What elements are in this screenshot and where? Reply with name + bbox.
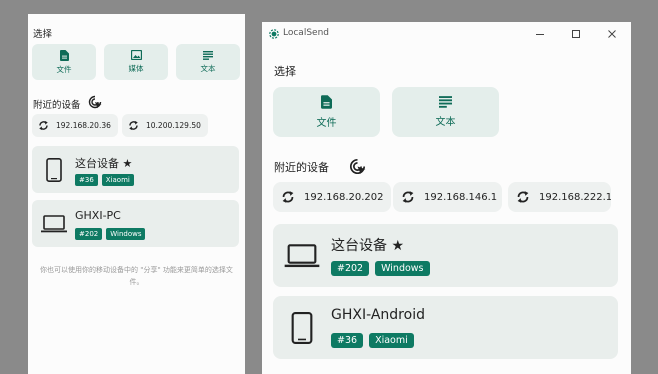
select-text-button[interactable]: 文本 — [392, 87, 499, 137]
select-file-label: 文件 — [316, 118, 337, 129]
device-tag: #36 — [331, 333, 364, 348]
select-file-button[interactable]: 文件 — [32, 44, 96, 80]
ip-address: 10.200.129.50 — [146, 121, 201, 130]
device-card-ghxi-android[interactable]: GHXI-Android #36 Xiaomi — [273, 296, 618, 359]
text-icon — [203, 50, 213, 60]
device-name: 这台设备 ★ — [331, 238, 405, 254]
select-text-label: 文本 — [200, 63, 216, 73]
image-icon — [130, 50, 142, 60]
close-icon[interactable] — [606, 28, 618, 40]
device-tag: #202 — [75, 228, 103, 240]
select-text-button[interactable]: 文本 — [176, 44, 240, 80]
ip-button[interactable]: 192.168.146.1 — [393, 182, 502, 212]
refresh-icon — [39, 120, 48, 131]
refresh-icon — [129, 120, 138, 131]
ip-address: 192.168.146.1 — [424, 191, 498, 203]
device-card-this-device[interactable]: 这台设备 ★ #202 Windows — [273, 224, 618, 287]
ip-button[interactable]: 192.168.20.202 — [273, 182, 391, 212]
laptop-icon — [284, 244, 320, 268]
device-card-this-device[interactable]: 这台设备 ★ #36 Xiaomi — [32, 146, 239, 193]
text-icon — [439, 96, 452, 108]
ip-address: 192.168.20.36 — [56, 121, 111, 130]
scan-icon[interactable] — [349, 158, 366, 175]
select-media-label: 媒体 — [128, 64, 144, 73]
file-icon — [59, 49, 69, 61]
share-hint-text: 你也可以使用你的移动设备中的 "分享" 功能来更简单的选择文件。 — [40, 266, 233, 286]
select-section-title: 选择 — [33, 29, 53, 40]
ip-address: 192.168.222.1 — [539, 191, 611, 203]
device-tag: Xiaomi — [369, 333, 414, 348]
ip-button[interactable]: 10.200.129.50 — [122, 114, 208, 137]
nearby-devices-title: 附近的设备 — [274, 161, 329, 174]
phone-icon — [46, 158, 62, 182]
device-name: 这台设备 ★ — [75, 157, 133, 170]
refresh-icon — [517, 191, 529, 203]
select-file-button[interactable]: 文件 — [273, 87, 380, 137]
laptop-icon — [41, 215, 67, 233]
ip-address: 192.168.20.202 — [304, 191, 384, 203]
minimize-icon[interactable] — [534, 28, 546, 40]
device-tag: Windows — [375, 261, 430, 276]
device-tag: #36 — [75, 174, 98, 186]
device-card-ghxi-pc[interactable]: GHXI-PC #202 Windows — [32, 200, 239, 247]
device-name: GHXI-Android — [331, 307, 425, 323]
select-media-button[interactable]: 媒体 — [104, 44, 168, 80]
phone-icon — [291, 312, 313, 344]
device-tag: Windows — [106, 228, 146, 240]
mobile-app-panel: 选择 文件 媒体 文本 附近的设备 192.168.20.36 10.200.1… — [28, 14, 245, 374]
localsend-window: LocalSend 选择 文件 文本 附近的设备 192.168.20.202 — [262, 22, 631, 374]
ip-button[interactable]: 192.168.20.36 — [32, 114, 118, 137]
window-title: LocalSend — [283, 28, 329, 38]
refresh-icon — [402, 191, 414, 203]
title-bar[interactable]: LocalSend — [262, 22, 631, 46]
select-text-label: 文本 — [435, 117, 456, 128]
refresh-icon — [282, 191, 294, 203]
device-tag: #202 — [331, 261, 370, 276]
device-name: GHXI-PC — [75, 209, 121, 222]
select-section-title: 选择 — [274, 65, 296, 78]
device-tag: Xiaomi — [101, 174, 134, 186]
file-icon — [321, 95, 332, 109]
select-file-label: 文件 — [56, 64, 72, 74]
scan-icon[interactable] — [88, 95, 102, 109]
nearby-devices-title: 附近的设备 — [33, 100, 81, 111]
localsend-logo-icon — [269, 29, 279, 39]
ip-button[interactable]: 192.168.222.1 — [508, 182, 611, 212]
maximize-icon[interactable] — [570, 28, 582, 40]
